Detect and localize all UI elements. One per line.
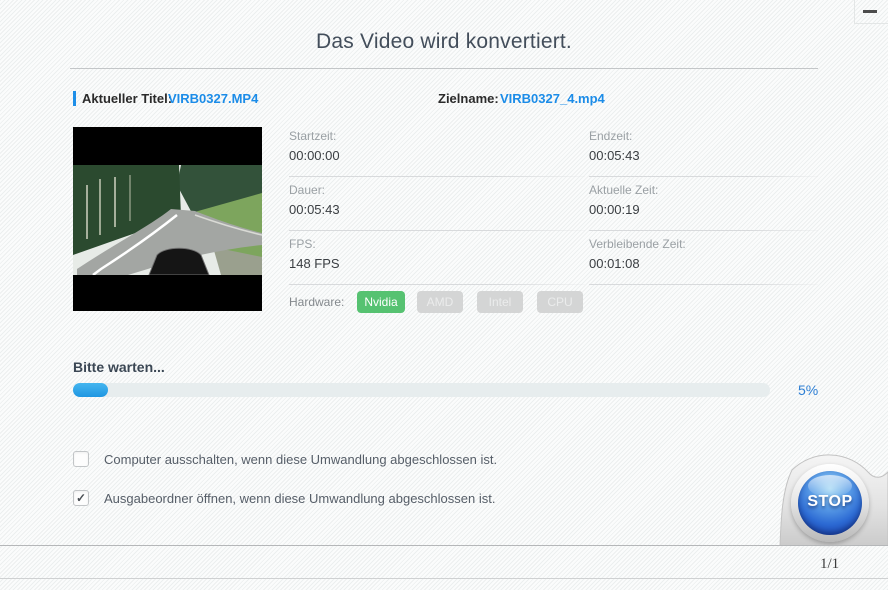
field-aktuelle-zeit: Aktuelle Zeit: 00:00:19 [589,183,818,231]
page-indicator: 1/1 [820,556,840,572]
video-preview [73,127,263,311]
field-label: Aktuelle Zeit: [589,183,659,197]
field-separator [589,230,818,231]
field-value: 00:00:00 [289,148,340,163]
field-startzeit: Startzeit: 00:00:00 [289,129,585,177]
field-value: 00:05:43 [589,148,640,163]
field-label: Dauer: [289,183,326,197]
stop-button-face: STOP [798,471,862,535]
open-folder-checkbox[interactable]: ✓ [73,490,89,506]
open-folder-label: Ausgabeordner öffnen, wenn diese Umwandl… [104,491,496,506]
hardware-option-nvidia[interactable]: Nvidia [357,291,405,313]
field-endzeit: Endzeit: 00:05:43 [589,129,818,177]
bottom-border [0,578,888,579]
field-separator [589,284,818,285]
field-value: 00:01:08 [589,256,640,271]
converter-window: Das Video wird konvertiert. Aktueller Ti… [0,0,888,590]
current-title-label: Aktueller Titel: [82,91,173,106]
field-label: Endzeit: [589,129,633,143]
minimize-icon [863,10,877,13]
field-label: Startzeit: [289,129,337,143]
field-separator [589,176,818,177]
video-preview-frame [73,127,263,311]
field-value: 00:00:19 [589,202,640,217]
footer-divider [0,545,888,546]
stop-button[interactable]: STOP [791,464,869,542]
page-title: Das Video wird konvertiert. [316,30,572,53]
file-info-row: Aktueller Titel: VIRB0327.MP4 Zielname: … [0,90,888,108]
field-value: 00:05:43 [289,202,340,217]
field-dauer: Dauer: 00:05:43 [289,183,585,231]
status-text: Bitte warten... [73,359,165,375]
field-fps: FPS: 148 FPS [289,237,585,285]
shutdown-checkbox[interactable] [73,451,89,467]
shutdown-label: Computer ausschalten, wenn diese Umwandl… [104,452,498,467]
hardware-label: Hardware: [289,295,345,309]
title-separator [70,68,818,69]
hardware-option-intel[interactable]: Intel [477,291,523,313]
accent-bar [73,91,76,106]
current-title-value: VIRB0327.MP4 [168,91,259,106]
field-value: 148 FPS [289,256,340,271]
minimize-button[interactable] [854,0,888,24]
progress-percent: 5% [798,382,819,398]
field-verbleibende-zeit: Verbleibende Zeit: 00:01:08 [589,237,818,285]
progress-bar [73,383,770,397]
progress-fill [73,383,108,397]
stop-button-label: STOP [807,493,853,510]
field-label: Verbleibende Zeit: [589,237,686,251]
field-separator [289,284,585,285]
target-name-value: VIRB0327_4.mp4 [500,91,605,106]
field-separator [289,230,585,231]
target-name-label: Zielname: [438,91,499,106]
hardware-option-amd[interactable]: AMD [417,291,463,313]
field-separator [289,176,585,177]
hardware-option-cpu[interactable]: CPU [537,291,583,313]
field-label: FPS: [289,237,316,251]
